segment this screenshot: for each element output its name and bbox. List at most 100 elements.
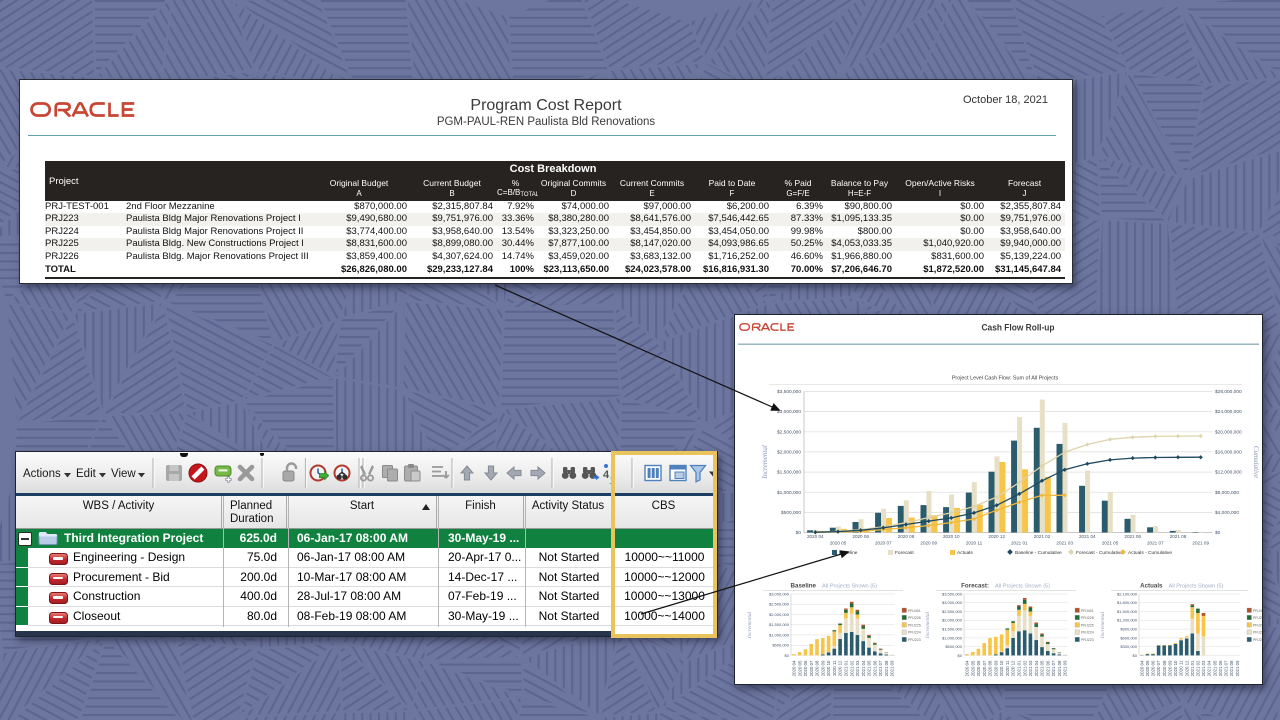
- svg-text:2021 05: 2021 05: [1102, 541, 1119, 546]
- svg-text:$3,500,000: $3,500,000: [777, 389, 801, 395]
- svg-text:2021 05: 2021 05: [1040, 660, 1045, 676]
- svg-text:$300,000: $300,000: [1120, 644, 1137, 649]
- svg-text:2020 07: 2020 07: [982, 660, 987, 676]
- svg-text:2021 07: 2021 07: [878, 660, 883, 676]
- svg-text:Actuals: Actuals: [957, 550, 973, 556]
- svg-text:$1,500,000: $1,500,000: [769, 622, 790, 627]
- svg-text:$500,000: $500,000: [781, 510, 801, 516]
- svg-text:2020 07: 2020 07: [1156, 660, 1161, 676]
- svg-text:PRJ223: PRJ223: [1253, 638, 1262, 642]
- svg-text:$600,000: $600,000: [1120, 635, 1137, 640]
- svg-text:$1,000,000: $1,000,000: [769, 632, 790, 637]
- svg-text:2021 04: 2021 04: [861, 660, 866, 676]
- svg-text:Incremental: Incremental: [1100, 611, 1106, 639]
- svg-text:2020 06: 2020 06: [852, 534, 869, 539]
- svg-text:2021 01: 2021 01: [1017, 660, 1022, 676]
- svg-text:2020 04: 2020 04: [965, 660, 970, 676]
- svg-text:$8,000,000: $8,000,000: [1215, 490, 1239, 496]
- svg-text:2021 05: 2021 05: [867, 660, 872, 676]
- svg-text:2020 11: 2020 11: [1005, 660, 1010, 676]
- svg-text:$3,000,000: $3,000,000: [777, 409, 801, 415]
- svg-text:$2,500,000: $2,500,000: [769, 602, 790, 607]
- svg-text:Incremental: Incremental: [761, 445, 769, 480]
- svg-text:2021 08: 2021 08: [884, 660, 889, 676]
- svg-text:$20,000,000: $20,000,000: [1215, 429, 1242, 435]
- svg-text:$2,500,000: $2,500,000: [942, 609, 963, 614]
- svg-text:Forecast - Cumulative: Forecast - Cumulative: [1076, 550, 1123, 556]
- svg-text:2020 04: 2020 04: [1139, 660, 1144, 676]
- svg-text:2021 08: 2021 08: [1057, 660, 1062, 676]
- svg-text:Actuals: Actuals: [1140, 583, 1163, 590]
- svg-text:2020 10: 2020 10: [1173, 660, 1178, 676]
- svg-text:Forecast: Forecast: [895, 550, 914, 556]
- svg-text:2020 09: 2020 09: [1168, 660, 1173, 676]
- svg-text:$0: $0: [958, 653, 963, 658]
- svg-text:$3,000,000: $3,000,000: [942, 600, 963, 605]
- svg-text:Forecast:: Forecast:: [961, 583, 989, 590]
- svg-text:2021 03: 2021 03: [855, 660, 860, 676]
- svg-text:2020 10: 2020 10: [999, 660, 1004, 676]
- svg-text:Edit: Edit: [76, 468, 97, 480]
- svg-text:Baseline: Baseline: [839, 550, 858, 556]
- svg-text:2021 04: 2021 04: [1034, 660, 1039, 676]
- svg-text:$12,000,000: $12,000,000: [1215, 470, 1242, 476]
- svg-text:2020 09: 2020 09: [920, 541, 937, 546]
- svg-text:2020 05: 2020 05: [830, 541, 847, 546]
- svg-text:2021 04: 2021 04: [1207, 660, 1212, 676]
- svg-text:$0: $0: [785, 653, 790, 658]
- svg-text:$1,200,000: $1,200,000: [1117, 618, 1138, 623]
- svg-text:$1,000,000: $1,000,000: [942, 635, 963, 640]
- svg-text:Cumulative: Cumulative: [1252, 446, 1260, 478]
- svg-text:PRJ226: PRJ226: [1253, 616, 1262, 620]
- svg-text:2021 01: 2021 01: [1190, 660, 1195, 676]
- svg-text:2021 09: 2021 09: [890, 660, 895, 676]
- svg-text:$500,000: $500,000: [772, 643, 789, 648]
- svg-text:2021 01: 2021 01: [1011, 541, 1028, 546]
- svg-text:$2,000,000: $2,000,000: [769, 612, 790, 617]
- svg-text:$1,500,000: $1,500,000: [1117, 609, 1138, 614]
- svg-text:2020 08: 2020 08: [815, 660, 820, 676]
- svg-text:2020 06: 2020 06: [1151, 660, 1156, 676]
- svg-text:2021 02: 2021 02: [849, 660, 854, 676]
- svg-text:$500,000: $500,000: [945, 644, 962, 649]
- svg-text:2020 08: 2020 08: [898, 534, 915, 539]
- svg-text:$3,500,000: $3,500,000: [942, 591, 963, 596]
- svg-text:2021 09: 2021 09: [1063, 660, 1068, 676]
- svg-text:2021 06: 2021 06: [1045, 660, 1050, 676]
- svg-text:2021 07: 2021 07: [1147, 541, 1164, 546]
- svg-text:2020 07: 2020 07: [809, 660, 814, 676]
- svg-text:4: 4: [603, 469, 610, 481]
- svg-text:2020 11: 2020 11: [966, 541, 983, 546]
- svg-text:2020 05: 2020 05: [970, 660, 975, 676]
- svg-text:All Projects Shown (5): All Projects Shown (5): [822, 584, 877, 590]
- svg-text:2021 02: 2021 02: [1034, 534, 1051, 539]
- svg-text:2021 03: 2021 03: [1201, 660, 1206, 676]
- svg-text:2021 07: 2021 07: [1051, 660, 1056, 676]
- svg-text:PRJ224: PRJ224: [908, 631, 921, 635]
- svg-text:$0: $0: [1215, 530, 1221, 536]
- svg-text:$2,100,000: $2,100,000: [1117, 591, 1138, 596]
- svg-text:Baseline: Baseline: [791, 583, 817, 590]
- svg-text:2020 12: 2020 12: [1184, 660, 1189, 676]
- svg-text:2020 06: 2020 06: [976, 660, 981, 676]
- svg-text:2021 01: 2021 01: [844, 660, 849, 676]
- svg-text:$900,000: $900,000: [1120, 627, 1137, 632]
- svg-text:2021 09: 2021 09: [1192, 541, 1209, 546]
- svg-text:Actuals - Cumulative: Actuals - Cumulative: [1128, 550, 1172, 556]
- svg-text:2020 09: 2020 09: [820, 660, 825, 676]
- svg-text:Incremental: Incremental: [925, 611, 931, 639]
- svg-text:Actions: Actions: [23, 468, 61, 480]
- svg-text:$0: $0: [1133, 653, 1138, 658]
- svg-text:PRJ401: PRJ401: [1253, 609, 1262, 613]
- svg-text:PRJ225: PRJ225: [908, 623, 921, 627]
- svg-text:2020 12: 2020 12: [1011, 660, 1016, 676]
- svg-text:2020 12: 2020 12: [988, 534, 1005, 539]
- svg-text:2020 04: 2020 04: [792, 660, 797, 676]
- svg-text:2020 05: 2020 05: [797, 660, 802, 676]
- svg-text:Project Level Cash Flow: Sum o: Project Level Cash Flow: Sum of All Proj…: [952, 376, 1059, 382]
- svg-text:PRJ224: PRJ224: [1081, 631, 1094, 635]
- svg-text:$3,000,000: $3,000,000: [769, 591, 790, 596]
- svg-text:2021 08: 2021 08: [1229, 660, 1234, 676]
- svg-text:$2,500,000: $2,500,000: [777, 429, 801, 435]
- svg-text:2020 07: 2020 07: [875, 541, 892, 546]
